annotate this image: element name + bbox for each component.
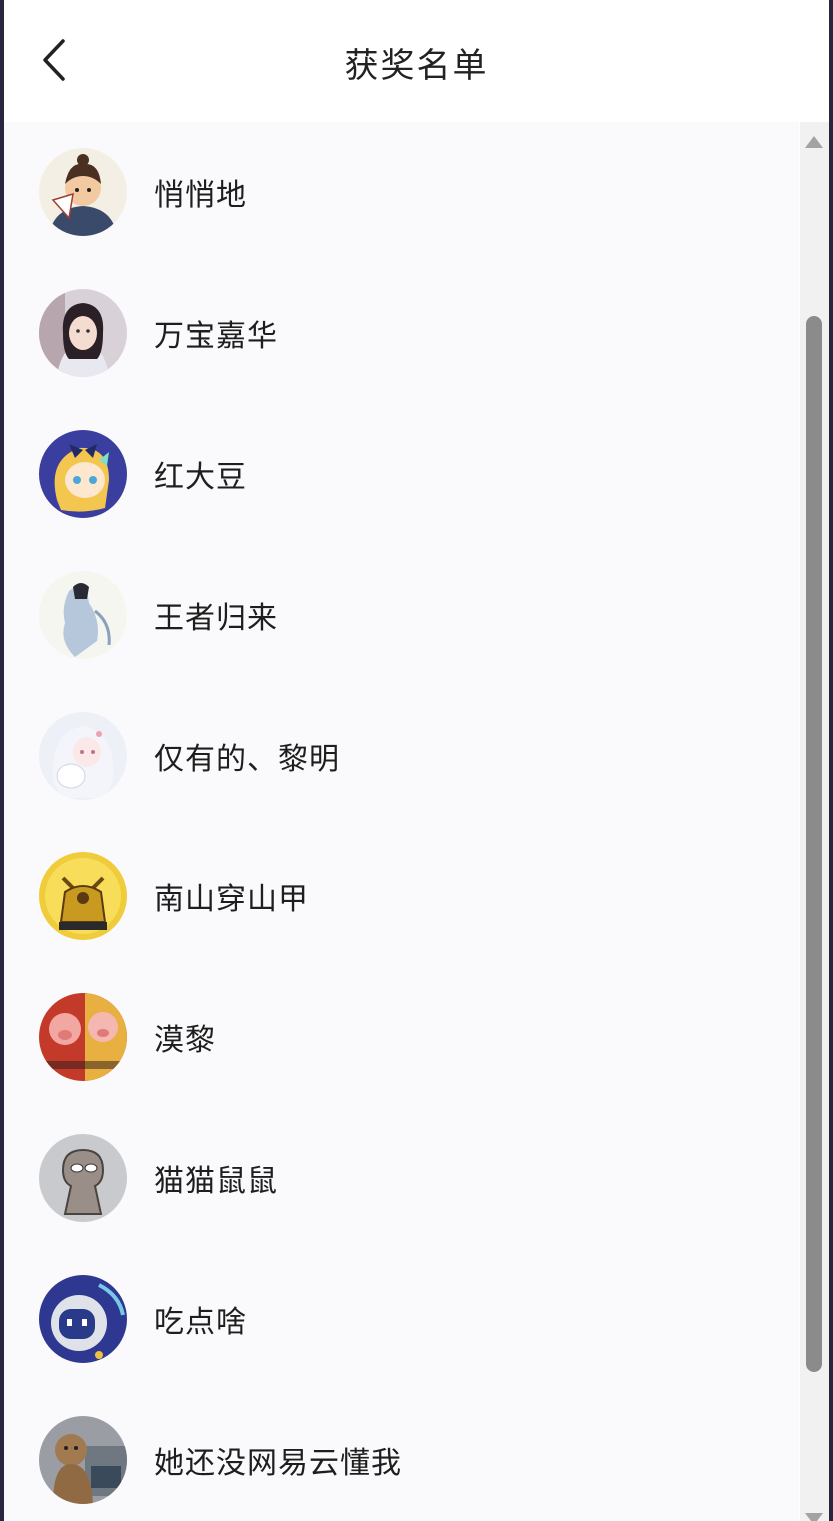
avatar	[39, 289, 127, 378]
scroll-down-arrow-icon[interactable]	[805, 1513, 823, 1521]
list-item[interactable]: 红大豆	[4, 404, 799, 545]
header-bar: 获奖名单	[4, 0, 829, 122]
winner-name: 南山穿山甲	[154, 882, 309, 918]
app-screen: 获奖名单 悄悄地 万宝嘉华 红大豆 王者归来 仅有的、黎明 南山穿山甲 漠黎 猫…	[4, 0, 829, 1521]
list-item[interactable]: 仅有的、黎明	[4, 685, 799, 826]
scrollbar[interactable]	[800, 122, 829, 1521]
winner-name: 漠黎	[154, 1023, 216, 1059]
avatar	[39, 993, 127, 1082]
avatar	[39, 148, 127, 237]
list-item[interactable]: 吃点啥	[4, 1248, 799, 1389]
winner-name: 吃点啥	[154, 1304, 247, 1340]
winner-name: 万宝嘉华	[154, 319, 278, 355]
page-title: 获奖名单	[344, 46, 489, 86]
list-item[interactable]: 悄悄地	[4, 122, 799, 263]
avatar	[39, 711, 127, 800]
winner-name: 仅有的、黎明	[154, 741, 340, 777]
avatar	[39, 1415, 127, 1504]
winner-list: 悄悄地 万宝嘉华 红大豆 王者归来 仅有的、黎明 南山穿山甲 漠黎 猫猫鼠鼠 吃…	[4, 122, 799, 1521]
list-item[interactable]: 王者归来	[4, 544, 799, 685]
list-item[interactable]: 南山穿山甲	[4, 826, 799, 967]
winner-name: 红大豆	[154, 459, 247, 495]
avatar	[39, 429, 127, 518]
list-item[interactable]: 她还没网易云懂我	[4, 1389, 799, 1521]
avatar	[39, 1133, 127, 1222]
winner-name: 她还没网易云懂我	[154, 1445, 402, 1481]
scroll-up-arrow-icon[interactable]	[805, 136, 823, 148]
avatar	[39, 852, 127, 941]
winner-name: 王者归来	[154, 600, 278, 636]
list-item[interactable]: 万宝嘉华	[4, 263, 799, 404]
winner-name: 悄悄地	[154, 178, 247, 214]
scroll-thumb[interactable]	[806, 316, 822, 1372]
avatar	[39, 570, 127, 659]
list-item[interactable]: 漠黎	[4, 967, 799, 1108]
list-item[interactable]: 猫猫鼠鼠	[4, 1108, 799, 1249]
winner-name: 猫猫鼠鼠	[154, 1163, 278, 1199]
avatar	[39, 1274, 127, 1363]
